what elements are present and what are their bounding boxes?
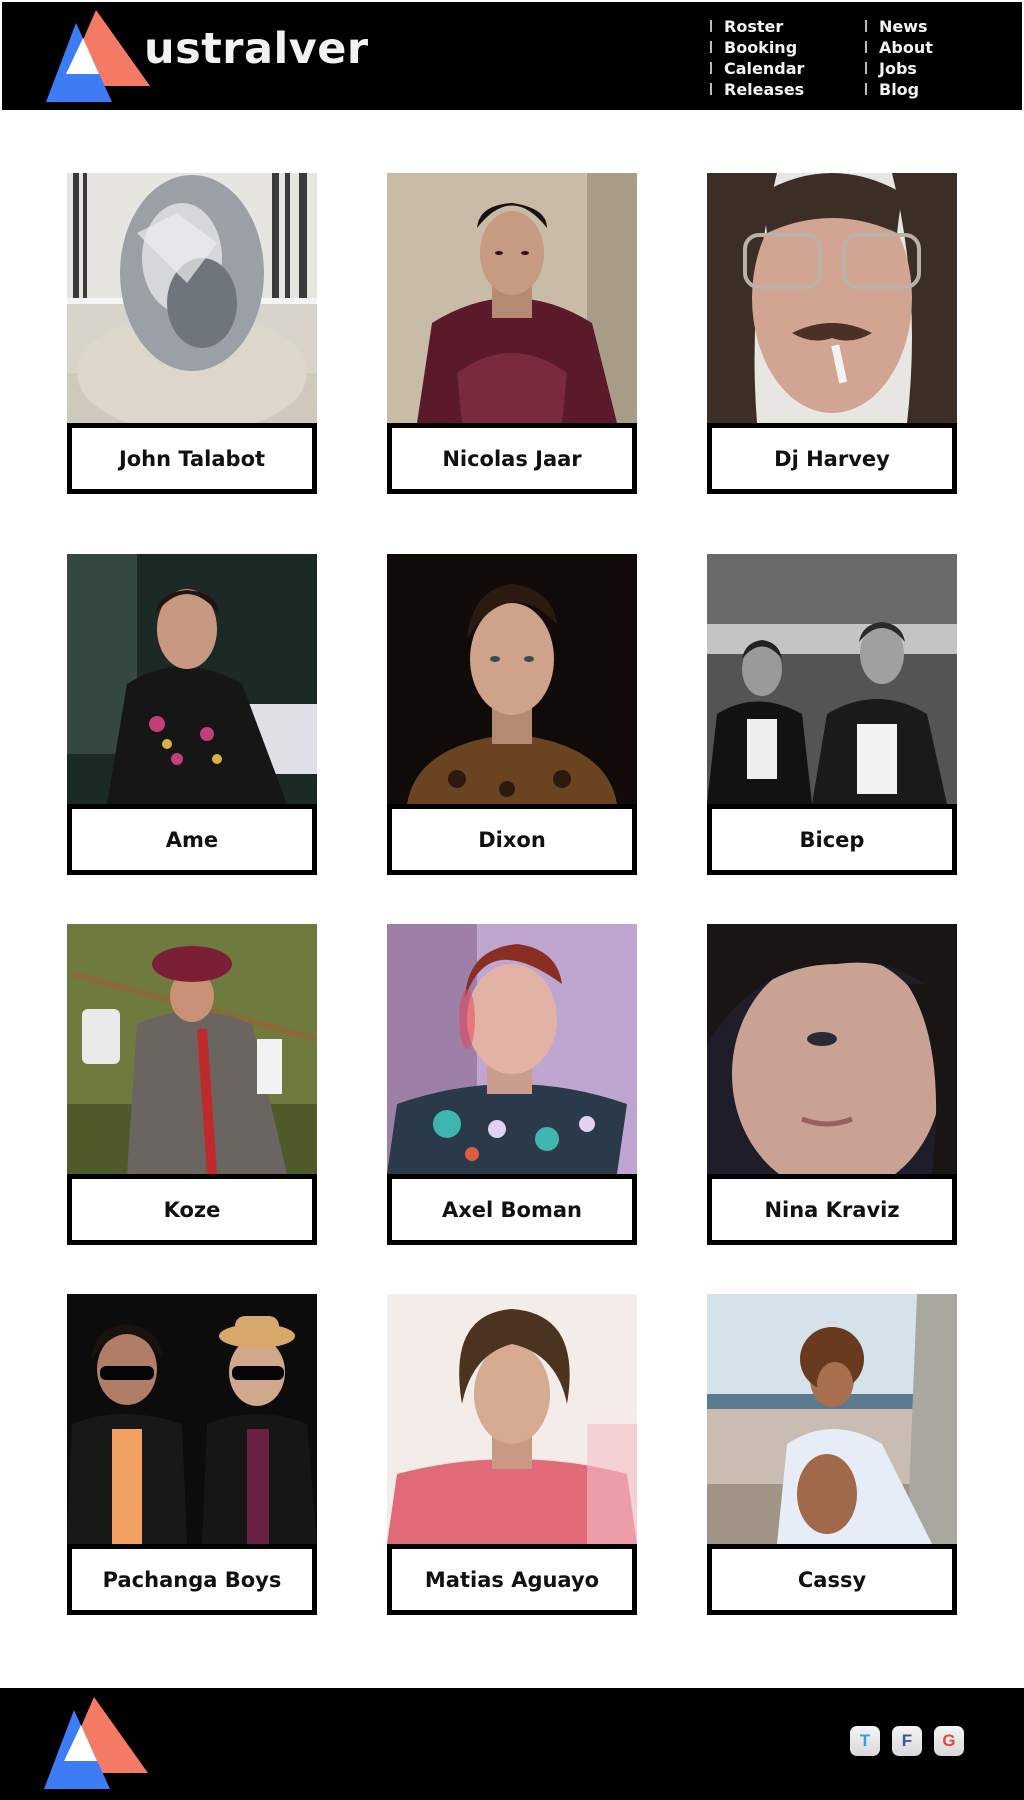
artist-card[interactable]: John Talabot	[67, 173, 317, 494]
artist-photo[interactable]	[707, 554, 957, 804]
site-header: ustralver Roster Booking Calendar Releas…	[2, 2, 1022, 110]
nav-jobs[interactable]: Jobs	[865, 58, 933, 79]
artist-name[interactable]: Cassy	[707, 1544, 957, 1615]
artist-name[interactable]: Nina Kraviz	[707, 1174, 957, 1245]
artist-photo[interactable]	[67, 173, 317, 423]
logo-text[interactable]: ustralver	[144, 24, 369, 74]
artist-card[interactable]: Koze	[67, 924, 317, 1245]
artist-photo[interactable]	[67, 554, 317, 804]
artist-card[interactable]: Pachanga Boys	[67, 1294, 317, 1615]
logo-triangles-icon[interactable]	[46, 10, 150, 102]
artist-name[interactable]: Ame	[67, 804, 317, 875]
google-plus-icon[interactable]: G	[934, 1726, 964, 1756]
nav-blog[interactable]: Blog	[865, 79, 933, 100]
artist-name[interactable]: Nicolas Jaar	[387, 423, 637, 494]
artist-card[interactable]: Bicep	[707, 554, 957, 875]
twitter-icon[interactable]: T	[850, 1726, 880, 1756]
artist-photo[interactable]	[707, 924, 957, 1174]
artist-name[interactable]: John Talabot	[67, 423, 317, 494]
artist-photo[interactable]	[67, 1294, 317, 1544]
nav-about[interactable]: About	[865, 37, 933, 58]
artist-card[interactable]: Matias Aguayo	[387, 1294, 637, 1615]
artist-name[interactable]: Bicep	[707, 804, 957, 875]
artist-card[interactable]: Nicolas Jaar	[387, 173, 637, 494]
nav-news[interactable]: News	[865, 16, 933, 37]
artist-card[interactable]: Ame	[67, 554, 317, 875]
artist-card[interactable]: Nina Kraviz	[707, 924, 957, 1245]
nav-column-primary: Roster Booking Calendar Releases	[710, 16, 804, 100]
nav-column-secondary: News About Jobs Blog	[865, 16, 933, 100]
artist-card[interactable]: Dixon	[387, 554, 637, 875]
site-footer: T F G	[0, 1688, 1024, 1800]
nav-releases[interactable]: Releases	[710, 79, 804, 100]
artist-name[interactable]: Matias Aguayo	[387, 1544, 637, 1615]
artist-photo[interactable]	[387, 173, 637, 423]
artist-name[interactable]: Dj Harvey	[707, 423, 957, 494]
artist-name[interactable]: Dixon	[387, 804, 637, 875]
artist-photo[interactable]	[387, 924, 637, 1174]
nav-booking[interactable]: Booking	[710, 37, 804, 58]
artist-card[interactable]: Cassy	[707, 1294, 957, 1615]
artist-photo[interactable]	[387, 554, 637, 804]
artist-name[interactable]: Pachanga Boys	[67, 1544, 317, 1615]
artist-name[interactable]: Axel Boman	[387, 1174, 637, 1245]
logo-triangles-icon[interactable]	[44, 1697, 148, 1789]
artist-photo[interactable]	[707, 173, 957, 423]
artist-photo[interactable]	[707, 1294, 957, 1544]
facebook-icon[interactable]: F	[892, 1726, 922, 1756]
artist-name[interactable]: Koze	[67, 1174, 317, 1245]
nav-roster[interactable]: Roster	[710, 16, 804, 37]
artist-photo[interactable]	[67, 924, 317, 1174]
artist-card[interactable]: Dj Harvey	[707, 173, 957, 494]
nav-calendar[interactable]: Calendar	[710, 58, 804, 79]
artist-photo[interactable]	[387, 1294, 637, 1544]
artist-card[interactable]: Axel Boman	[387, 924, 637, 1245]
